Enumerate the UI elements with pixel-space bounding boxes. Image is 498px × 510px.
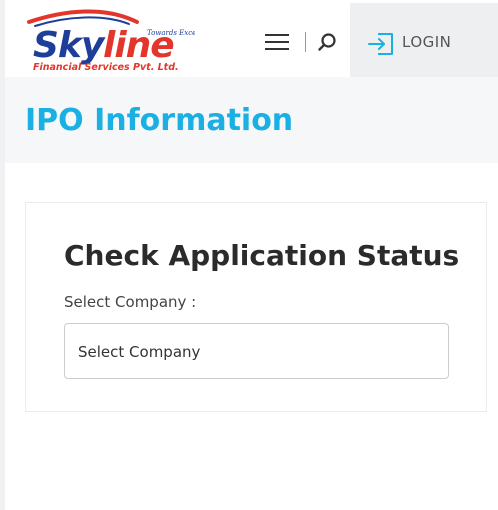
logo-graphic: Sky line Towards Excellence Financial Se… — [27, 9, 217, 73]
select-company-label: Select Company : — [64, 293, 197, 311]
site-header: Sky line Towards Excellence Financial Se… — [5, 0, 498, 77]
login-label: LOGIN — [402, 33, 452, 51]
skyline-logo[interactable]: Sky line Towards Excellence Financial Se… — [25, 8, 217, 74]
menu-bar — [265, 48, 289, 50]
menu-bar — [265, 34, 289, 36]
page-title: IPO Information — [25, 103, 294, 138]
svg-text:Towards Excellence: Towards Excellence — [147, 29, 195, 37]
search-icon[interactable] — [313, 28, 341, 56]
card-heading: Check Application Status — [64, 239, 460, 272]
header-divider — [305, 32, 306, 52]
svg-text:Sky: Sky — [33, 25, 106, 66]
company-select[interactable]: Select Company — [64, 323, 449, 379]
page-title-band: IPO Information — [5, 77, 498, 163]
svg-text:Financial Services Pvt. Ltd.: Financial Services Pvt. Ltd. — [33, 62, 179, 73]
login-icon — [366, 30, 396, 58]
hamburger-menu-icon[interactable] — [262, 30, 292, 54]
menu-bar — [265, 41, 289, 43]
login-button[interactable]: LOGIN — [350, 3, 498, 77]
company-select-value: Select Company — [78, 343, 201, 361]
application-status-card: Check Application Status Select Company … — [25, 202, 487, 412]
